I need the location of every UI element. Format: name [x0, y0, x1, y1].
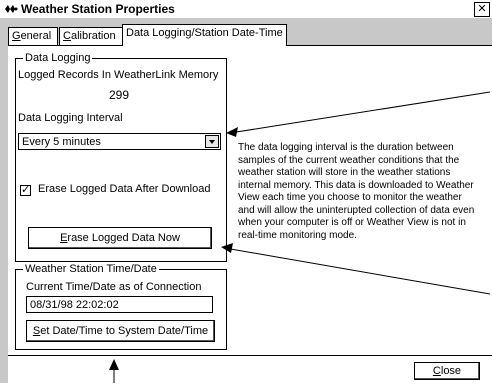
tab-data-logging[interactable]: Data Logging/Station Date-Time: [122, 24, 287, 46]
callout-arrows: [109, 91, 491, 383]
time-arrow-head: [109, 359, 119, 370]
tab-data-logging-label: Data Logging/Station Date-Time: [126, 27, 283, 39]
interval-arrow-head: [226, 127, 238, 137]
erase-callout-line: [224, 247, 491, 295]
erase-arrow-head: [221, 243, 233, 253]
interval-callout-line: [229, 91, 491, 134]
properties-window: Weather Station Properties ✕ General Cal…: [0, 0, 492, 384]
